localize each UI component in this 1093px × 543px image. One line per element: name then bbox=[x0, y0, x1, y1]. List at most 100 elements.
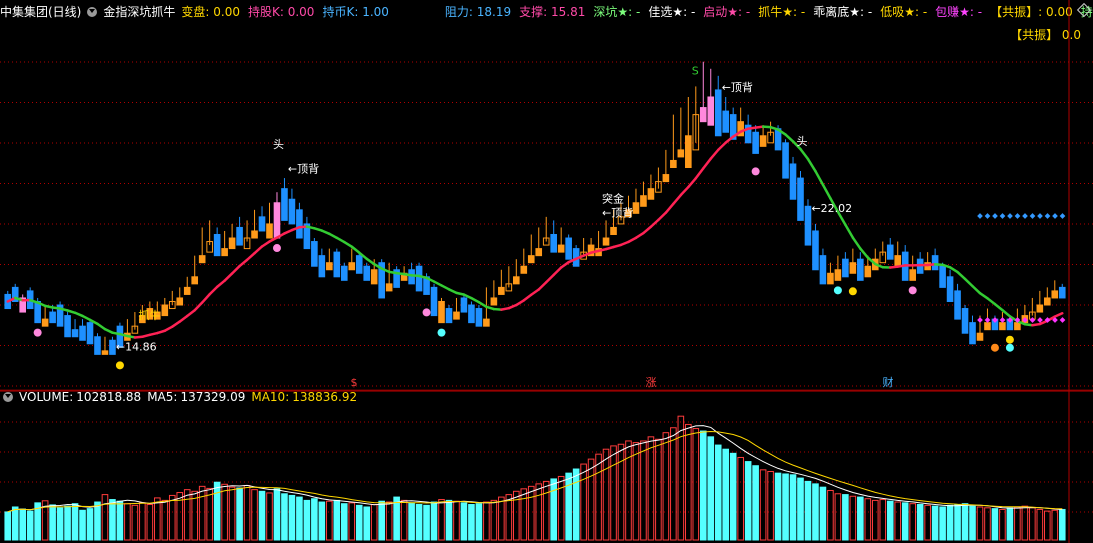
candle-body bbox=[789, 163, 797, 200]
candle-body bbox=[602, 237, 610, 246]
volume-bar bbox=[258, 490, 266, 541]
candle-body bbox=[251, 230, 258, 239]
volume-bar bbox=[4, 511, 12, 541]
trend-segment bbox=[343, 240, 354, 248]
magenta-diamond bbox=[1029, 317, 1036, 323]
volume-bar bbox=[206, 487, 213, 541]
trend-segment bbox=[81, 314, 92, 322]
candle-body bbox=[183, 286, 191, 295]
volume-bar bbox=[984, 507, 991, 541]
candle-body bbox=[707, 96, 715, 126]
candle-body bbox=[415, 265, 423, 292]
candle-body bbox=[86, 322, 94, 345]
volume-bar bbox=[1036, 508, 1044, 541]
trend-segment bbox=[238, 258, 249, 268]
volume-bar bbox=[894, 501, 902, 541]
volume-bar bbox=[520, 488, 528, 541]
volume-bar bbox=[408, 502, 415, 541]
volume-bar bbox=[161, 499, 169, 541]
volume-bar bbox=[662, 432, 670, 541]
volume-bar bbox=[939, 506, 946, 541]
volume-bar bbox=[146, 504, 154, 541]
candle-body bbox=[333, 251, 341, 278]
volume-bar bbox=[812, 483, 819, 541]
ma10-label: MA10: bbox=[251, 390, 290, 404]
volume-bar bbox=[460, 502, 468, 541]
volume-bar bbox=[670, 427, 677, 541]
signal-dot bbox=[422, 308, 431, 317]
volume-bar bbox=[116, 500, 124, 541]
volume-bar bbox=[976, 506, 984, 541]
signal-dot bbox=[751, 167, 760, 176]
volume-bar bbox=[266, 492, 273, 541]
trend-segment bbox=[260, 240, 271, 248]
volume-bar bbox=[886, 500, 894, 541]
signal-dot bbox=[33, 328, 42, 337]
volume-label: VOLUME: bbox=[19, 390, 74, 404]
volume-bar bbox=[625, 440, 632, 541]
volume-bar bbox=[101, 494, 109, 541]
volume-bar bbox=[505, 494, 513, 541]
bottom-markers: $ 涨财 bbox=[351, 375, 894, 389]
trend-segment bbox=[215, 279, 226, 289]
candle-body bbox=[281, 188, 288, 221]
trend-segment bbox=[223, 272, 234, 282]
kline-chart[interactable]: 抓牛←14.86头←顶背突金←顶背S←顶背头←22.02←顶背$涨财 bbox=[0, 0, 1093, 543]
collapse-icon[interactable] bbox=[3, 392, 13, 402]
trend-segment bbox=[814, 169, 825, 187]
blue-diamond bbox=[1022, 213, 1028, 219]
candle-body bbox=[176, 297, 184, 306]
candle-body bbox=[1036, 304, 1044, 313]
volume-bar bbox=[610, 445, 617, 541]
volume-value: 102818.88 bbox=[76, 390, 142, 404]
trend-segment bbox=[986, 297, 997, 306]
trend-segment bbox=[806, 157, 817, 173]
volume-bar bbox=[954, 504, 961, 541]
signal-dot bbox=[1005, 335, 1014, 344]
candle-body bbox=[759, 135, 767, 147]
candle-body bbox=[273, 202, 281, 239]
chart-annotation: ←顶背 bbox=[288, 162, 319, 176]
trend-segment bbox=[522, 293, 533, 302]
blue-diamond bbox=[1037, 213, 1043, 219]
trend-segment bbox=[679, 185, 690, 197]
candle-body bbox=[348, 262, 356, 271]
signal-dot bbox=[833, 286, 842, 295]
blue-diamond bbox=[1014, 213, 1021, 219]
candle-body bbox=[535, 248, 543, 257]
trend-segment bbox=[993, 302, 1004, 312]
candle-body bbox=[49, 311, 56, 324]
volume-bar bbox=[288, 494, 296, 541]
volume-bar bbox=[640, 440, 647, 541]
trend-segment bbox=[784, 133, 795, 143]
magenta-diamond bbox=[977, 317, 983, 323]
volume-bar bbox=[1014, 506, 1021, 541]
candle-body bbox=[71, 329, 79, 338]
volume-bar bbox=[251, 489, 258, 541]
trend-segment bbox=[365, 257, 376, 266]
candle-body bbox=[445, 308, 453, 324]
candle-body bbox=[565, 237, 572, 260]
volume-bar bbox=[565, 472, 572, 541]
candle-body bbox=[109, 339, 116, 355]
trend-segment bbox=[208, 285, 219, 296]
trend-segment bbox=[178, 314, 189, 323]
volume-bar bbox=[819, 486, 827, 541]
trend-segment bbox=[230, 264, 241, 275]
candle-body bbox=[79, 325, 86, 341]
candle-body bbox=[670, 159, 677, 169]
volume-bar bbox=[677, 415, 685, 541]
chart-annotation: 头 bbox=[797, 135, 808, 148]
candle-body bbox=[894, 255, 902, 267]
candle-body bbox=[610, 226, 617, 235]
volume-bar bbox=[355, 504, 363, 541]
volume-bar bbox=[385, 501, 393, 541]
trend-segment bbox=[971, 284, 982, 295]
chart-annotation: S bbox=[692, 64, 699, 77]
volume-bar bbox=[572, 468, 580, 541]
candle-body bbox=[999, 322, 1006, 331]
volume-bar bbox=[580, 463, 587, 541]
volume-bar bbox=[109, 499, 116, 541]
bottom-marker: 涨 bbox=[646, 376, 657, 389]
volume-bar bbox=[49, 504, 56, 541]
